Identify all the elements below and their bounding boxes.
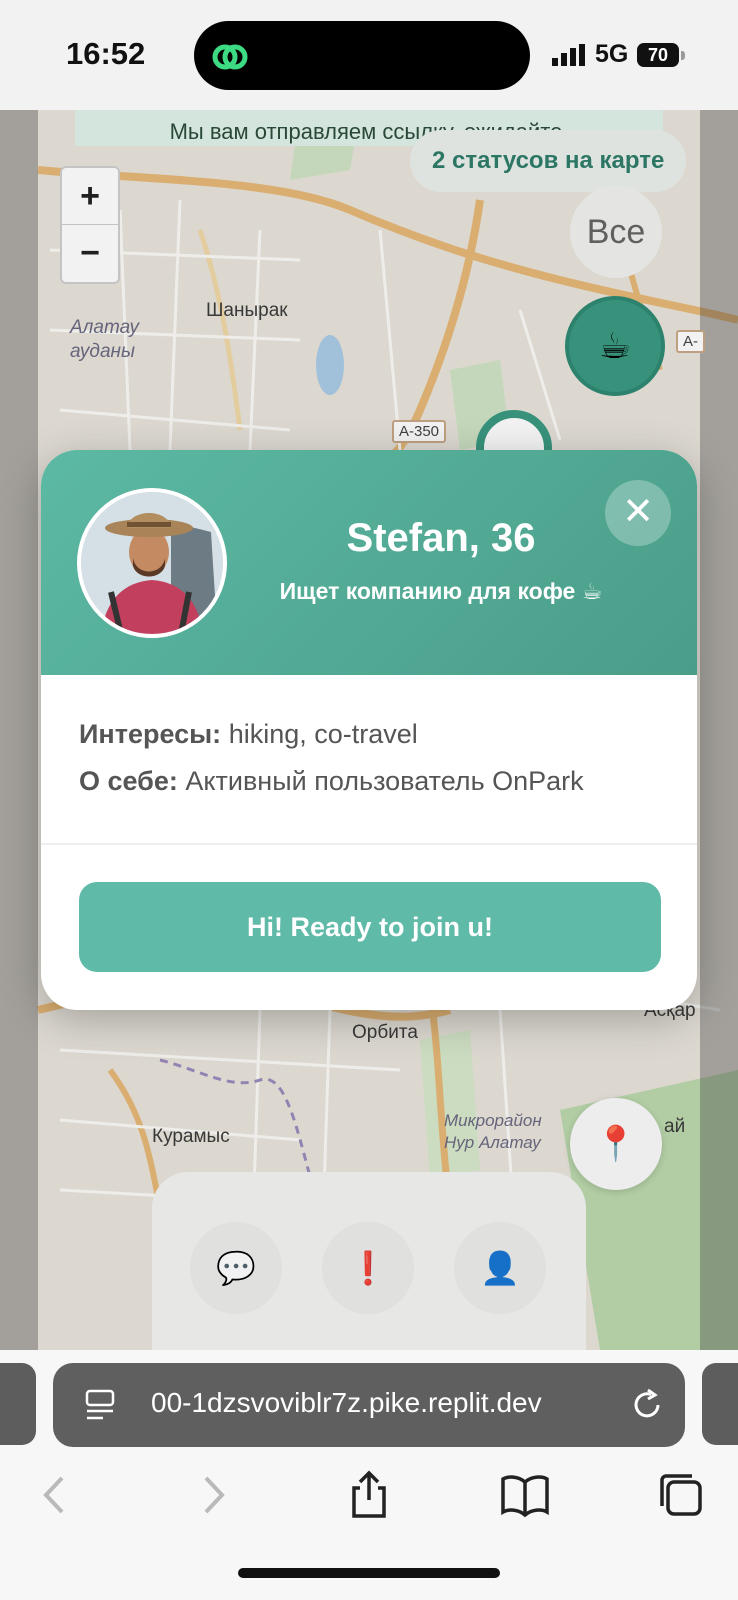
reload-icon[interactable] xyxy=(629,1387,665,1423)
previous-tab-preview[interactable] xyxy=(0,1363,36,1445)
browser-toolbar: 00-1dzsvoviblr7z.pike.replit.dev xyxy=(0,1350,738,1600)
close-button[interactable]: ✕ xyxy=(605,480,671,546)
profile-details: Интересы: hiking, co-travel О себе: Акти… xyxy=(41,675,697,845)
signal-icon xyxy=(552,44,585,66)
interests-row: Интересы: hiking, co-travel xyxy=(79,719,418,750)
profile-header: Stefan, 36 Ищет компанию для кофе ☕ ✕ xyxy=(41,450,697,675)
profile-icon: 👤 xyxy=(480,1250,520,1286)
avatar-photo xyxy=(81,492,223,634)
profile-status: Ищет компанию для кофе ☕ xyxy=(279,578,603,604)
map-label-shanyrak: Шанырак xyxy=(206,300,288,321)
my-location-button[interactable]: 📍 xyxy=(570,1098,662,1190)
close-icon: ✕ xyxy=(622,491,654,533)
address-bar[interactable]: 00-1dzsvoviblr7z.pike.replit.dev xyxy=(53,1363,685,1447)
profile-button[interactable]: 👤 xyxy=(454,1222,546,1314)
map-label-nur-alatau: Микрорайон Нур Алатау xyxy=(444,1111,542,1152)
zoom-out-button[interactable]: − xyxy=(62,225,118,281)
interests-value: hiking, co-travel xyxy=(228,719,418,749)
filter-all-button[interactable]: Все xyxy=(570,186,662,278)
road-shield-a350: А-350 xyxy=(392,420,447,443)
map-label-ai: ай xyxy=(664,1116,686,1137)
road-shield-a: А- xyxy=(676,330,705,353)
coffee-status-marker[interactable]: ☕ xyxy=(565,296,665,396)
share-icon[interactable] xyxy=(344,1470,394,1520)
chat-icon: 💬 xyxy=(216,1250,256,1286)
network-type: 5G xyxy=(595,40,629,68)
zoom-control: + − xyxy=(60,166,120,284)
status-count-chip[interactable]: 2 статусов на карте xyxy=(410,130,687,192)
status-bar: 16:52 5G 70 xyxy=(0,0,738,110)
coffee-icon: ☕ xyxy=(598,325,632,366)
home-indicator xyxy=(238,1568,500,1578)
alert-button[interactable]: ❗ xyxy=(322,1222,414,1314)
next-tab-preview[interactable] xyxy=(702,1363,738,1445)
profile-name: Stefan, 36 xyxy=(346,516,536,560)
bottom-nav: 💬 ❗ 👤 xyxy=(152,1172,586,1350)
zoom-in-button[interactable]: + xyxy=(62,168,118,225)
avatar xyxy=(77,488,227,638)
about-row: О себе: Активный пользователь OnPark xyxy=(79,766,584,797)
forward-icon[interactable] xyxy=(188,1470,238,1520)
map-label-orbita: Орбита xyxy=(352,1022,418,1043)
alert-icon: ❗ xyxy=(348,1250,388,1286)
app-activity-icon xyxy=(212,44,248,70)
map-edge-shade-right xyxy=(700,110,738,1350)
dynamic-island xyxy=(194,21,530,90)
battery-icon: 70 xyxy=(637,43,685,67)
interests-label: Интересы: xyxy=(79,719,222,749)
chat-button[interactable]: 💬 xyxy=(190,1222,282,1314)
profile-popup: Stefan, 36 Ищет компанию для кофе ☕ ✕ Ин… xyxy=(41,450,697,1010)
bookmarks-icon[interactable] xyxy=(500,1470,550,1520)
reader-icon[interactable] xyxy=(85,1389,115,1421)
about-label: О себе: xyxy=(79,766,178,796)
map-label-alatau: Алатау ауданы xyxy=(70,317,140,362)
map-label-kuramys: Курамыс xyxy=(152,1126,230,1147)
url-text: 00-1dzsvoviblr7z.pike.replit.dev xyxy=(151,1387,542,1418)
clock: 16:52 xyxy=(66,36,146,71)
map-edge-shade-left xyxy=(0,110,38,1350)
pin-icon: 📍 xyxy=(594,1125,638,1163)
join-button[interactable]: Hi! Ready to join u! xyxy=(79,882,661,972)
about-value: Активный пользователь OnPark xyxy=(185,766,584,796)
back-icon[interactable] xyxy=(30,1470,80,1520)
tabs-icon[interactable] xyxy=(656,1470,706,1520)
